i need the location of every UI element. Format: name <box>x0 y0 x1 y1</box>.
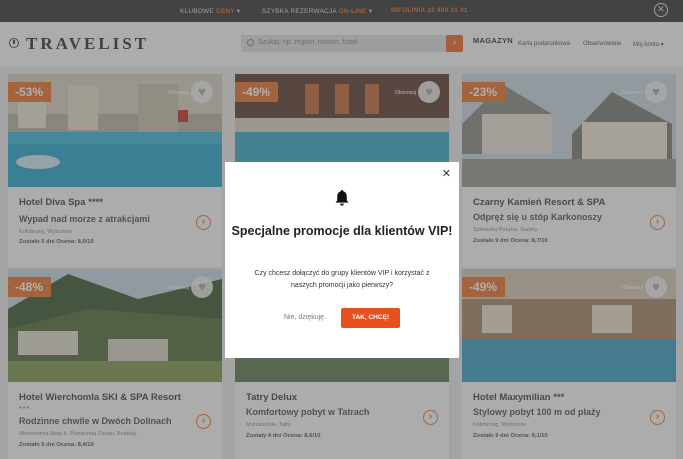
decline-button[interactable]: Nie, dziękuję. <box>284 314 326 321</box>
modal-body: Czy chcesz dołączyć do grupy klientów VI… <box>254 270 430 289</box>
accept-button[interactable]: TAK, CHCĘ! <box>341 308 400 328</box>
modal-title: Specjalne promocje dla klientów VIP! <box>231 224 453 238</box>
modal-close-icon[interactable]: ✕ <box>442 167 451 180</box>
bell-icon <box>335 190 349 206</box>
vip-promo-modal: ✕ Specjalne promocje dla klientów VIP! C… <box>225 162 459 358</box>
